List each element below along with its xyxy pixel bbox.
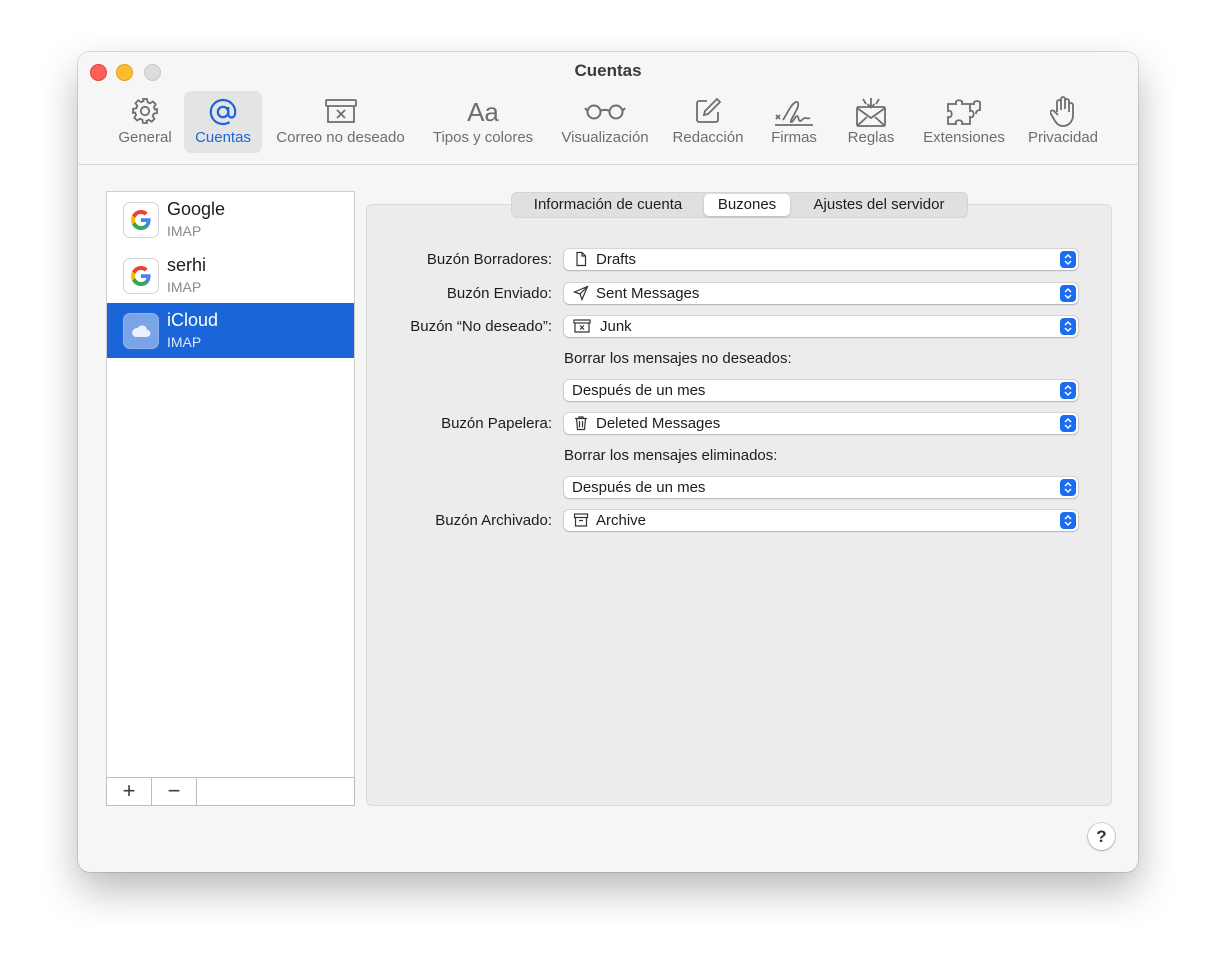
account-name: Google — [167, 199, 226, 219]
account-name: iCloud — [167, 310, 219, 330]
tab-signatures-label: Firmas — [771, 129, 817, 146]
sent-mailbox-label: Buzón Enviado: — [446, 285, 552, 302]
junk-erase-label: Borrar los mensajes no deseados: — [564, 350, 792, 367]
chevron-updown-icon — [1060, 285, 1076, 302]
tab-viewing[interactable]: Visualización — [551, 91, 659, 153]
account-tabs: Información de cuenta Buzones Ajustes de… — [511, 192, 968, 218]
trash-mailbox-value: Deleted Messages — [596, 415, 721, 432]
junk-mailbox-value: Junk — [600, 318, 632, 335]
archive-mailbox-value: Archive — [596, 512, 647, 529]
junk-tray-icon — [268, 96, 413, 128]
hand-icon — [1018, 96, 1108, 128]
chevron-updown-icon — [1060, 479, 1076, 496]
help-button[interactable]: ? — [1088, 823, 1115, 850]
tab-signatures[interactable]: Firmas — [764, 91, 824, 153]
compose-icon — [668, 96, 748, 128]
chevron-updown-icon — [1060, 318, 1076, 335]
tab-account-info[interactable]: Información de cuenta — [514, 194, 702, 216]
junk-erase-select[interactable]: Después de un mes — [564, 380, 1078, 401]
account-type: IMAP — [167, 223, 202, 239]
trash-icon — [573, 415, 589, 431]
at-sign-icon — [184, 96, 262, 128]
tab-server-settings[interactable]: Ajustes del servidor — [794, 194, 964, 216]
tab-rules-label: Reglas — [847, 129, 895, 146]
junk-erase-value: Después de un mes — [572, 382, 706, 399]
tab-privacy-label: Privacidad — [1027, 129, 1099, 146]
account-type: IMAP — [167, 334, 202, 350]
account-name: serhi — [167, 255, 207, 275]
tab-privacy[interactable]: Privacidad — [1018, 91, 1108, 153]
account-item-icloud[interactable]: iCloud IMAP — [107, 303, 354, 358]
google-logo-icon — [123, 258, 159, 294]
preferences-window: Cuentas General Cuentas Correo no desead… — [78, 52, 1138, 872]
tab-extensions-label: Extensiones — [923, 129, 1005, 146]
tab-junk-label: Correo no deseado — [276, 129, 405, 146]
junk-tray-icon — [573, 318, 591, 334]
drafts-mailbox-value: Drafts — [596, 251, 637, 268]
tab-general[interactable]: General — [108, 91, 182, 153]
titlebar: Cuentas General Cuentas Correo no desead… — [78, 52, 1138, 165]
google-logo-icon — [123, 202, 159, 238]
drafts-mailbox-label: Buzón Borradores: — [426, 251, 552, 268]
chevron-updown-icon — [1060, 251, 1076, 268]
tab-accounts-label: Cuentas — [195, 129, 251, 146]
tab-mailboxes[interactable]: Buzones — [704, 194, 790, 216]
account-item-google[interactable]: Google IMAP — [107, 192, 354, 247]
sent-mailbox-select[interactable]: Sent Messages — [564, 283, 1078, 304]
glasses-icon — [551, 96, 659, 128]
tab-viewing-label: Visualización — [561, 129, 649, 146]
account-list-buttons: + − — [106, 777, 355, 806]
tab-composing[interactable]: Redacción — [668, 91, 748, 153]
paper-plane-icon — [572, 285, 589, 302]
chevron-updown-icon — [1060, 512, 1076, 529]
accounts-list[interactable]: Google IMAP serhi IMAP iCloud IMAP — [106, 191, 355, 806]
window-title: Cuentas — [574, 61, 642, 80]
chevron-updown-icon — [1060, 415, 1076, 432]
remove-account-button[interactable]: − — [152, 778, 197, 805]
document-icon — [573, 251, 589, 267]
tab-extensions[interactable]: Extensiones — [914, 91, 1014, 153]
junk-mailbox-label: Buzón “No deseado”: — [410, 318, 552, 335]
archive-mailbox-select[interactable]: Archive — [564, 510, 1078, 531]
tab-composing-label: Redacción — [672, 129, 744, 146]
tab-rules[interactable]: Reglas — [836, 91, 906, 153]
icloud-icon — [123, 313, 159, 349]
tab-fonts-label: Tipos y colores — [432, 129, 534, 146]
tab-accounts[interactable]: Cuentas — [184, 91, 262, 153]
account-item-serhi[interactable]: serhi IMAP — [107, 248, 354, 303]
archive-mailbox-label: Buzón Archivado: — [435, 512, 552, 529]
trash-erase-label: Borrar los mensajes eliminados: — [564, 447, 778, 464]
tab-fonts[interactable]: Aa Tipos y colores — [423, 91, 543, 153]
signature-icon — [764, 96, 824, 128]
tab-general-label: General — [118, 129, 172, 146]
font-aa-icon: Aa — [467, 97, 499, 127]
envelope-rules-icon — [836, 96, 906, 128]
add-account-button[interactable]: + — [107, 778, 152, 805]
trash-mailbox-select[interactable]: Deleted Messages — [564, 413, 1078, 434]
trash-erase-value: Después de un mes — [572, 479, 706, 496]
puzzle-icon — [914, 96, 1014, 128]
trash-erase-select[interactable]: Después de un mes — [564, 477, 1078, 498]
tab-junk[interactable]: Correo no deseado — [268, 91, 413, 153]
gear-icon — [108, 96, 182, 128]
chevron-updown-icon — [1060, 382, 1076, 399]
archive-box-icon — [573, 512, 589, 528]
junk-mailbox-select[interactable]: Junk — [564, 316, 1078, 337]
account-type: IMAP — [167, 279, 202, 295]
sent-mailbox-value: Sent Messages — [596, 285, 700, 302]
drafts-mailbox-select[interactable]: Drafts — [564, 249, 1078, 270]
trash-mailbox-label: Buzón Papelera: — [441, 415, 552, 432]
